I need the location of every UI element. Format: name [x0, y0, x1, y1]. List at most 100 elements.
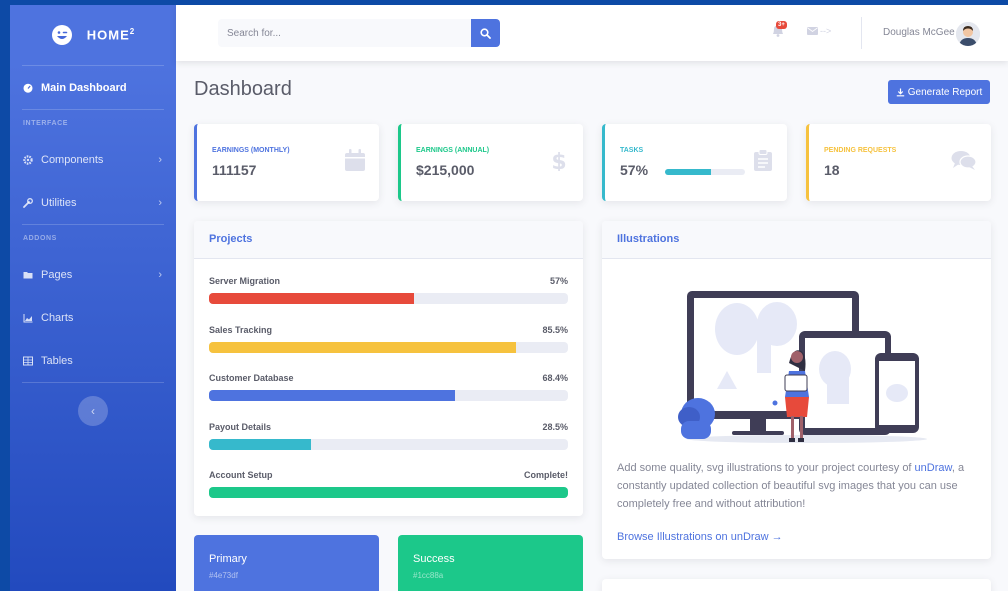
- pending-requests-card: PENDING REQUESTS 18: [806, 124, 991, 201]
- chevron-right-icon: ›: [158, 153, 162, 166]
- stat-label: EARNINGS (ANNUAL): [416, 147, 490, 154]
- comments-icon: [951, 151, 977, 170]
- project-name: Account Setup: [209, 470, 273, 480]
- stat-value: 57%: [620, 162, 649, 178]
- sidebar: HOME2 Main Dashboard INTERFACE Component…: [10, 5, 176, 591]
- project-progress-bar: [209, 439, 568, 450]
- illustrations-description: Add some quality, svg illustrations to y…: [617, 462, 965, 510]
- table-icon: [23, 356, 33, 365]
- chart-area-icon: [23, 313, 33, 322]
- stat-value: 18: [824, 162, 840, 178]
- project-progress-fill: [209, 293, 414, 304]
- messages-text: -->: [820, 26, 832, 36]
- page-title: Dashboard: [194, 78, 292, 100]
- project-progress-bar: [209, 487, 568, 498]
- illustrations-title: Illustrations: [602, 221, 991, 259]
- sidebar-item-tables[interactable]: Tables: [10, 339, 176, 382]
- project-progress-bar: [209, 293, 568, 304]
- success-color-card: Success #1cc88a: [398, 535, 583, 591]
- color-card-name: Success: [413, 553, 455, 565]
- project-value: Complete!: [523, 470, 568, 480]
- project-value: 68.4%: [542, 373, 568, 383]
- svg-text:$: $: [551, 150, 566, 171]
- chevron-left-icon: ‹: [91, 404, 95, 418]
- sidebar-heading-addons: ADDONS: [23, 235, 57, 242]
- user-name[interactable]: Douglas McGee: [883, 27, 955, 38]
- stat-value: $215,000: [416, 162, 475, 178]
- desktop-background: HOME2 Main Dashboard INTERFACE Component…: [0, 0, 1008, 591]
- sidebar-heading-interface: INTERFACE: [23, 120, 69, 127]
- tachometer-icon: [23, 83, 33, 93]
- stat-label: TASKS: [620, 147, 644, 154]
- sidebar-item-label: Utilities: [41, 196, 77, 209]
- stat-label: EARNINGS (MONTHLY): [212, 147, 290, 154]
- laugh-wink-icon: [51, 25, 72, 45]
- color-card-hex: #4e73df: [209, 571, 238, 580]
- primary-color-card: Primary #4e73df: [194, 535, 379, 591]
- browse-illustrations-link[interactable]: Browse Illustrations on unDraw →: [617, 531, 783, 543]
- topbar-divider: [861, 17, 862, 49]
- project-value: 28.5%: [542, 422, 568, 432]
- sidebar-item-label: Pages: [41, 268, 73, 281]
- sidebar-item-components[interactable]: Components ›: [10, 138, 176, 181]
- color-card-hex: #1cc88a: [413, 571, 444, 580]
- envelope-icon[interactable]: [807, 27, 818, 35]
- sidebar-item-label: Tables: [41, 354, 73, 367]
- sidebar-divider: [22, 382, 164, 383]
- sidebar-item-label: Charts: [41, 311, 74, 324]
- project-value: 57%: [549, 276, 568, 286]
- sidebar-item-main-dashboard[interactable]: Main Dashboard: [10, 66, 176, 109]
- undraw-link[interactable]: unDraw: [915, 462, 952, 474]
- stat-value: 111157: [212, 162, 257, 178]
- project-name: Sales Tracking: [209, 325, 273, 335]
- clipboard-icon: [754, 149, 772, 171]
- avatar[interactable]: [956, 22, 980, 46]
- sidebar-item-label: Components: [41, 153, 104, 166]
- wrench-icon: [23, 197, 33, 208]
- calendar-icon: [345, 149, 365, 171]
- project-row: Sales Tracking 85.5%: [209, 325, 568, 353]
- project-progress-bar: [209, 342, 568, 353]
- project-progress-bar: [209, 390, 568, 401]
- app-window: HOME2 Main Dashboard INTERFACE Component…: [10, 5, 1008, 591]
- generate-report-button[interactable]: Generate Report: [888, 80, 990, 104]
- project-row: Customer Database 68.4%: [209, 373, 568, 401]
- sidebar-item-utilities[interactable]: Utilities ›: [10, 181, 176, 224]
- search-icon: [480, 27, 492, 39]
- search-group: [218, 19, 500, 47]
- project-progress-fill: [209, 390, 455, 401]
- project-row: Payout Details 28.5%: [209, 422, 568, 450]
- project-progress-fill: [209, 439, 312, 450]
- chevron-right-icon: ›: [158, 196, 162, 209]
- sidebar-toggle-button[interactable]: ‹: [78, 396, 108, 426]
- sidebar-item-label: Main Dashboard: [41, 81, 127, 94]
- approach-panel: [602, 579, 991, 591]
- sidebar-item-charts[interactable]: Charts: [10, 296, 176, 339]
- project-row: Server Migration 57%: [209, 276, 568, 304]
- tasks-progress-fill: [665, 169, 711, 175]
- sidebar-item-pages[interactable]: Pages ›: [10, 253, 176, 296]
- generate-report-label: Generate Report: [907, 86, 983, 98]
- cog-icon: [23, 154, 33, 165]
- alerts-badge: 3+: [776, 21, 787, 29]
- projects-panel: Projects Server Migration 57% Sales Track…: [194, 221, 583, 516]
- search-button[interactable]: [471, 19, 500, 47]
- color-card-name: Primary: [209, 553, 247, 565]
- project-name: Server Migration: [209, 276, 281, 286]
- brand-name: HOME2: [86, 27, 136, 43]
- project-name: Customer Database: [209, 373, 294, 383]
- undraw-illustration: [678, 291, 927, 443]
- project-name: Payout Details: [209, 422, 272, 432]
- user-avatar-icon: [956, 22, 980, 46]
- tasks-progress-bar: [665, 169, 745, 175]
- topbar: 3+ --> Douglas McGee: [176, 5, 1008, 61]
- search-input[interactable]: [218, 19, 472, 47]
- earnings-annual-card: EARNINGS (ANNUAL) $215,000 $: [398, 124, 583, 201]
- project-progress-fill: [209, 487, 568, 498]
- stat-label: PENDING REQUESTS: [824, 147, 897, 154]
- earnings-monthly-card: EARNINGS (MONTHLY) 111157: [194, 124, 379, 201]
- projects-title: Projects: [194, 221, 583, 259]
- chevron-right-icon: ›: [158, 268, 162, 281]
- sidebar-brand[interactable]: HOME2: [10, 5, 176, 65]
- tasks-card: TASKS 57%: [602, 124, 787, 201]
